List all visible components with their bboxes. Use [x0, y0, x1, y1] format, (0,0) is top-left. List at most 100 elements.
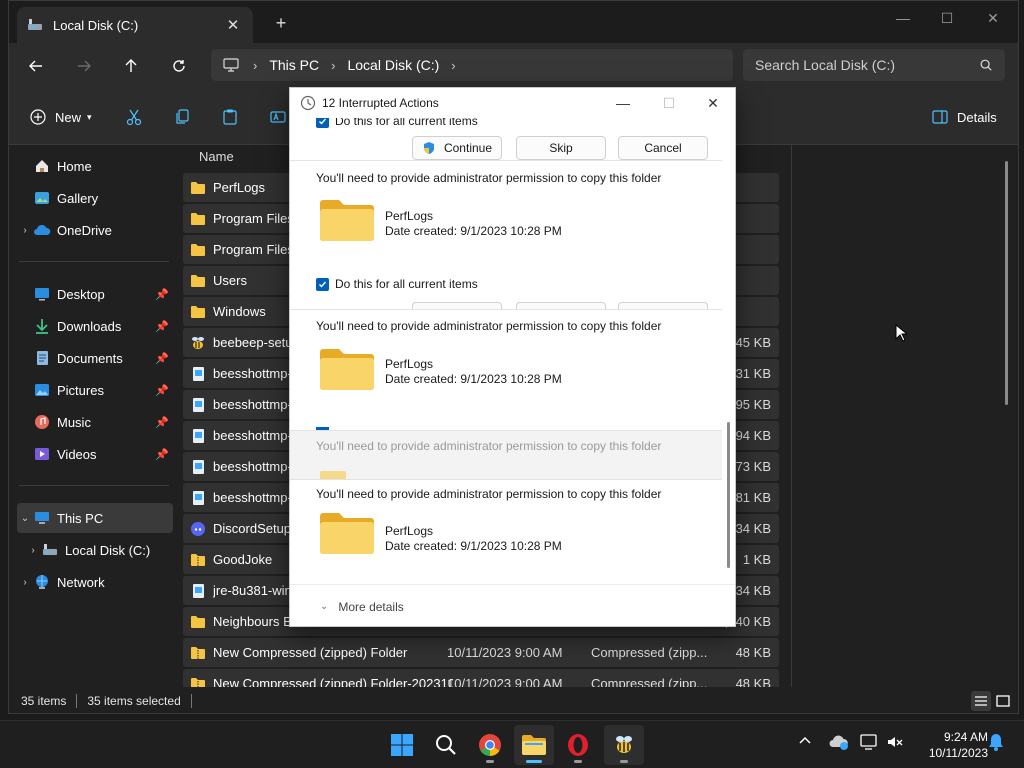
rename-button[interactable] — [269, 105, 287, 129]
chevron-right-icon[interactable]: › — [17, 225, 33, 236]
notifications-button[interactable] — [988, 733, 1004, 751]
details-label: Details — [957, 109, 997, 125]
skip-button[interactable]: Skip — [516, 136, 606, 160]
dialog-maximize-button[interactable]: ☐ — [646, 88, 692, 118]
sidebar-item-this-pc[interactable]: ⌄ This PC — [17, 503, 173, 533]
divider — [19, 261, 169, 262]
copy-button[interactable] — [173, 105, 191, 129]
apply-all-checkbox[interactable]: Do this for all current items — [316, 118, 478, 128]
sidebar-item-videos[interactable]: Videos 📌 — [17, 439, 173, 469]
sidebar-item-downloads[interactable]: Downloads 📌 — [17, 311, 173, 341]
opera-icon — [568, 734, 588, 756]
sidebar-label: Pictures — [57, 382, 104, 398]
music-icon — [33, 414, 51, 430]
close-tab-icon[interactable]: ✕ — [223, 16, 243, 34]
more-details-toggle[interactable]: ⌄ More details — [290, 584, 735, 626]
taskbar-search-button[interactable] — [426, 725, 466, 765]
folder-icon — [320, 471, 346, 479]
tab-local-disk[interactable]: Local Disk (C:) ✕ — [17, 7, 253, 43]
details-button[interactable]: Details — [931, 105, 997, 129]
pin-icon[interactable]: 📌 — [155, 352, 169, 365]
column-header-name[interactable]: Name — [199, 149, 234, 164]
sidebar-item-home[interactable]: Home — [17, 151, 173, 181]
sidebar-item-documents[interactable]: Documents 📌 — [17, 343, 173, 373]
show-hidden-icons-button[interactable] — [798, 735, 812, 745]
gallery-icon — [33, 190, 51, 206]
onedrive-tray-icon[interactable] — [828, 733, 850, 751]
new-tab-button[interactable]: + — [271, 13, 291, 34]
folder-icon — [320, 349, 374, 390]
arrow-up-icon — [125, 59, 137, 72]
breadcrumb-this-pc[interactable]: This PC — [269, 57, 319, 73]
refresh-button[interactable] — [164, 52, 194, 80]
chevron-right-icon: › — [451, 57, 456, 73]
chevron-right-icon[interactable]: › — [25, 545, 41, 556]
document-icon — [33, 350, 51, 366]
pin-icon[interactable]: 📌 — [155, 416, 169, 429]
volume-tray-icon[interactable] — [886, 733, 904, 751]
paste-button[interactable] — [221, 105, 239, 129]
chevron-up-icon — [799, 736, 811, 744]
selected-count: 35 items selected — [87, 694, 181, 708]
pin-icon[interactable]: 📌 — [155, 384, 169, 397]
clock[interactable]: 9:24 AM 10/11/2023 — [916, 729, 988, 761]
forward-button[interactable] — [69, 52, 99, 80]
sidebar-item-pictures[interactable]: Pictures 📌 — [17, 375, 173, 405]
minimize-button[interactable]: — — [881, 5, 925, 31]
chevron-right-icon: › — [253, 57, 258, 73]
checkmark-icon — [316, 118, 329, 128]
sidebar-item-music[interactable]: Music 📌 — [17, 407, 173, 437]
file-row[interactable]: New Compressed (zipped) Folder 10/11/2023… — [183, 638, 779, 667]
dialog-minimize-button[interactable]: — — [600, 88, 646, 118]
explorer-taskbar-button[interactable] — [514, 725, 554, 765]
chevron-right-icon[interactable]: › — [17, 577, 33, 588]
sidebar-item-desktop[interactable]: Desktop 📌 — [17, 279, 173, 309]
close-window-button[interactable]: ✕ — [971, 5, 1015, 31]
continue-button[interactable]: Continue — [412, 136, 502, 160]
apply-all-checkbox[interactable]: Do this for all current items — [316, 277, 478, 291]
start-button[interactable] — [382, 725, 422, 765]
cancel-button[interactable]: Cancel — [618, 136, 708, 160]
sidebar-item-network[interactable]: › Network — [17, 567, 173, 597]
continue-label: Continue — [443, 141, 493, 155]
cancel-label: Cancel — [644, 141, 682, 155]
breadcrumb-local-disk[interactable]: Local Disk (C:) — [347, 57, 439, 73]
sidebar-label: Home — [57, 158, 92, 174]
folder-icon — [189, 304, 207, 320]
tiles-view-button[interactable] — [993, 691, 1013, 711]
pin-icon[interactable]: 📌 — [155, 448, 169, 461]
opera-taskbar-button[interactable] — [558, 725, 598, 765]
chevron-down-icon[interactable]: ⌄ — [17, 513, 33, 524]
rename-icon — [270, 111, 286, 123]
chrome-taskbar-button[interactable] — [470, 725, 510, 765]
bell-icon — [989, 734, 1003, 751]
file-size: 94 KB — [735, 428, 771, 443]
sidebar-item-gallery[interactable]: Gallery — [17, 183, 173, 213]
search-input[interactable]: Search Local Disk (C:) — [743, 49, 1005, 81]
new-button[interactable]: New ▾ — [29, 105, 92, 129]
dialog-close-button[interactable]: ✕ — [690, 88, 735, 118]
cut-button[interactable] — [125, 105, 143, 129]
shield-icon — [423, 142, 434, 154]
home-icon — [33, 158, 51, 174]
file-date: 10/11/2023 9:00 AM — [447, 645, 563, 660]
sidebar-item-local-disk[interactable]: › Local Disk (C:) — [25, 535, 173, 565]
scrollbar[interactable] — [1005, 161, 1008, 405]
beebeep-taskbar-button[interactable] — [604, 725, 644, 765]
folder-date: Date created: 9/1/2023 10:28 PM — [385, 539, 562, 553]
folder-date: Date created: 9/1/2023 10:28 PM — [385, 372, 562, 386]
dialog-scrollbar[interactable] — [727, 422, 730, 568]
folder-info: PerfLogs Date created: 9/1/2023 10:28 PM — [385, 524, 562, 554]
details-pane — [791, 145, 1018, 687]
checkbox-label: Do this for all current items — [335, 118, 478, 128]
pin-icon[interactable]: 📌 — [155, 320, 169, 333]
more-details-label: More details — [338, 599, 404, 614]
pin-icon[interactable]: 📌 — [155, 288, 169, 301]
address-bar[interactable]: › This PC › Local Disk (C:) › — [211, 49, 733, 81]
details-view-button[interactable] — [971, 691, 991, 711]
sidebar-item-onedrive[interactable]: › OneDrive — [17, 215, 173, 245]
maximize-button[interactable]: ☐ — [925, 5, 969, 31]
back-button[interactable] — [21, 52, 51, 80]
network-tray-icon[interactable] — [860, 733, 880, 751]
up-button[interactable] — [116, 52, 146, 80]
